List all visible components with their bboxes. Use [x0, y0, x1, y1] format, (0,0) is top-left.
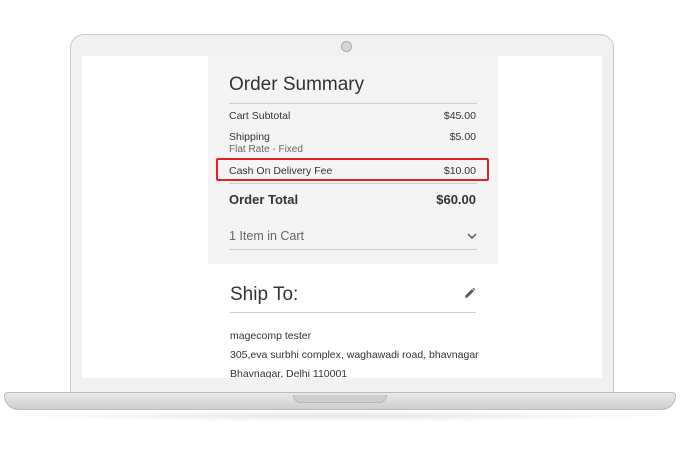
order-summary-panel: Order Summary Cart Subtotal $45.00 Shipp… — [208, 56, 498, 264]
divider — [229, 183, 477, 184]
order-total-label: Order Total — [229, 192, 299, 207]
divider — [229, 103, 477, 104]
cart-subtotal-value: $45.00 — [443, 110, 476, 122]
cod-fee-value: $10.00 — [443, 165, 476, 177]
ship-to-address-line: 305,eva surbhi complex, waghawadi road, … — [230, 349, 479, 361]
shipping-method: Flat Rate - Fixed — [229, 144, 303, 155]
divider — [229, 249, 477, 250]
divider — [230, 312, 476, 313]
items-in-cart-label: 1 Item in Cart — [229, 229, 305, 243]
cart-subtotal-label: Cart Subtotal — [229, 110, 291, 122]
ship-to-city-line: Bhavnagar, Delhi 110001 — [230, 368, 348, 378]
webcam — [341, 41, 352, 52]
order-summary-title: Order Summary — [229, 74, 365, 95]
chevron-down-icon — [467, 229, 477, 243]
pencil-icon[interactable] — [463, 287, 477, 301]
laptop-notch — [293, 395, 387, 403]
items-in-cart-toggle[interactable]: 1 Item in Cart — [229, 229, 477, 247]
laptop-shadow — [10, 410, 670, 422]
cod-fee-label: Cash On Delivery Fee — [229, 165, 333, 177]
ship-to-name: magecomp tester — [230, 330, 312, 342]
shipping-label: Shipping — [229, 131, 270, 143]
order-total-value: $60.00 — [436, 192, 476, 207]
laptop-screen: Order Summary Cart Subtotal $45.00 Shipp… — [82, 56, 602, 378]
shipping-value: $5.00 — [449, 131, 476, 143]
ship-to-title: Ship To: — [230, 284, 299, 305]
